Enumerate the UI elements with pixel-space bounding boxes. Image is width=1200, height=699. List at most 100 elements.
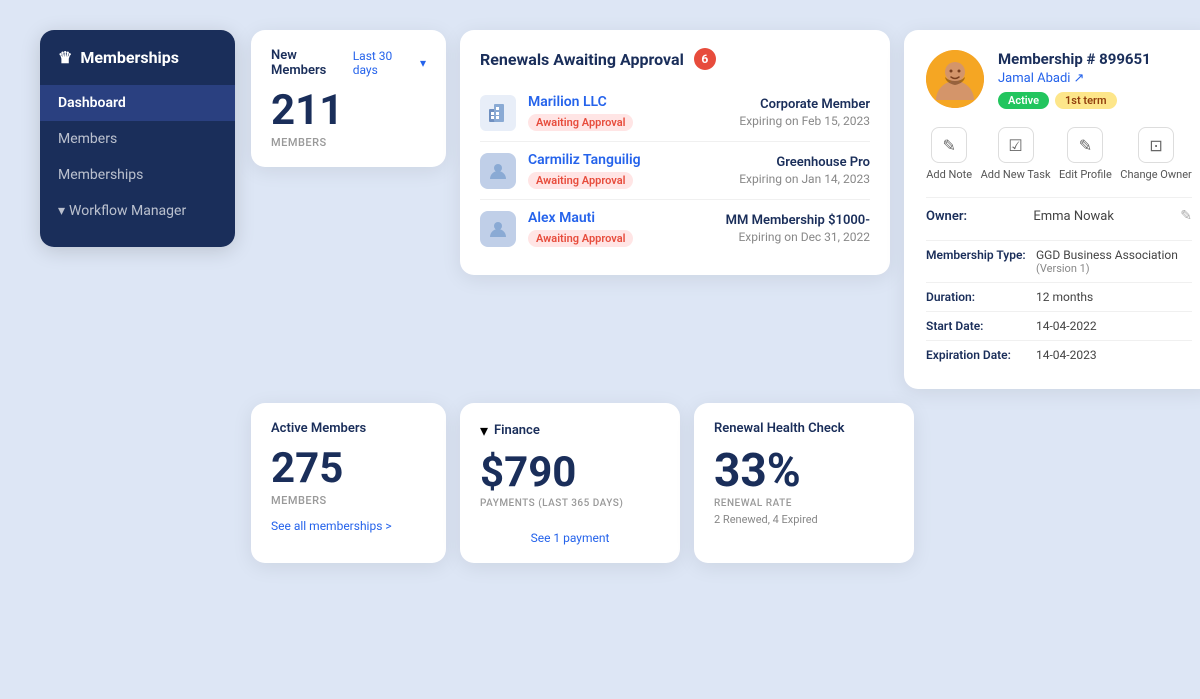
membership-type-link[interactable]: GGD Business Association: [1036, 248, 1178, 262]
chevron-down-icon: ▾: [420, 56, 426, 70]
finance-card: ▾ Finance $790 PAYMENTS (LAST 365 DAYS) …: [460, 403, 680, 563]
finance-amount: $790: [480, 452, 660, 494]
member-header: Membership # 899651 Jamal Abadi ↗ Active…: [926, 50, 1192, 109]
status-badges: Active 1st term: [998, 92, 1192, 109]
member-info: Membership # 899651 Jamal Abadi ↗ Active…: [998, 50, 1192, 109]
renewals-count-badge: 6: [694, 48, 716, 70]
renewals-header: Renewals Awaiting Approval 6: [480, 48, 870, 70]
finance-title: Finance: [494, 423, 540, 438]
awaiting-badge: Awaiting Approval: [528, 230, 633, 247]
renewals-card: Renewals Awaiting Approval 6: [460, 30, 890, 275]
sidebar-item-workflow[interactable]: ▾ Workflow Manager: [40, 193, 235, 229]
finance-chevron-icon: ▾: [480, 421, 488, 440]
status-term-badge: 1st term: [1055, 92, 1117, 109]
dropdown-arrow-icon: ▾: [58, 203, 65, 219]
top-row: New Members Last 30 days ▾ 211 MEMBERS R…: [251, 30, 1200, 389]
add-task-icon: ☑: [998, 127, 1034, 163]
sidebar-item-dashboard[interactable]: Dashboard: [40, 85, 235, 121]
expiration-label: Expiration Date:: [926, 348, 1036, 362]
see-payments-link[interactable]: See 1 payment: [480, 531, 660, 545]
membership-type-sub: (Version 1): [1036, 262, 1178, 275]
renewal-expiry: Expiring on Dec 31, 2022: [726, 230, 870, 244]
sidebar: ♛ Memberships Dashboard Members Membersh…: [40, 30, 235, 247]
health-title: Renewal Health Check: [714, 421, 894, 436]
crown-icon: ♛: [58, 48, 72, 67]
sidebar-brand-label: Memberships: [80, 48, 179, 67]
add-note-icon: ✎: [931, 127, 967, 163]
duration-label: Duration:: [926, 290, 1036, 304]
renewal-name[interactable]: Marilion LLC: [528, 94, 727, 110]
renewal-expiry: Expiring on Feb 15, 2023: [739, 114, 870, 128]
add-note-button[interactable]: ✎ Add Note: [926, 127, 972, 181]
sidebar-brand: ♛ Memberships: [40, 48, 235, 85]
add-task-button[interactable]: ☑ Add New Task: [981, 127, 1051, 181]
start-date-label: Start Date:: [926, 319, 1036, 333]
awaiting-badge: Awaiting Approval: [528, 172, 633, 189]
new-members-title: New Members: [271, 48, 353, 78]
change-owner-button[interactable]: ⊡ Change Owner: [1120, 127, 1191, 181]
active-members-title: Active Members: [271, 421, 366, 436]
member-actions: ✎ Add Note ☑ Add New Task ✎ Edit Profile…: [926, 127, 1192, 181]
renewal-expiry: Expiring on Jan 14, 2023: [739, 172, 870, 186]
awaiting-badge: Awaiting Approval: [528, 114, 633, 131]
new-members-label: MEMBERS: [271, 136, 426, 149]
sidebar-item-memberships[interactable]: Memberships: [40, 157, 235, 193]
renewal-info: Marilion LLC Awaiting Approval: [528, 94, 727, 131]
sidebar-item-members[interactable]: Members: [40, 121, 235, 157]
new-members-card: New Members Last 30 days ▾ 211 MEMBERS: [251, 30, 446, 167]
edit-owner-icon[interactable]: ✎: [1180, 208, 1192, 224]
start-date-row: Start Date: 14-04-2022: [926, 311, 1192, 340]
new-members-period[interactable]: Last 30 days ▾: [353, 49, 426, 77]
table-row[interactable]: Alex Mauti Awaiting Approval MM Membersh…: [480, 200, 870, 257]
membership-number: Membership # 899651: [998, 50, 1192, 68]
change-owner-icon: ⊡: [1138, 127, 1174, 163]
renewal-type: MM Membership $1000- Expiring on Dec 31,…: [726, 213, 870, 244]
health-sublabel: RENEWAL RATE: [714, 498, 894, 509]
owner-value: Emma Nowak: [1033, 209, 1114, 224]
active-members-count: 275: [271, 448, 426, 490]
person-avatar-icon: [480, 153, 516, 189]
renewal-name[interactable]: Alex Mauti: [528, 210, 714, 226]
expiration-value: 14-04-2023: [1036, 348, 1097, 362]
renewal-type: Greenhouse Pro Expiring on Jan 14, 2023: [739, 155, 870, 186]
expiration-row: Expiration Date: 14-04-2023: [926, 340, 1192, 369]
avatar: [926, 50, 984, 108]
bottom-row: Active Members 275 MEMBERS See all membe…: [251, 403, 1200, 563]
member-detail-card: Membership # 899651 Jamal Abadi ↗ Active…: [904, 30, 1200, 389]
new-members-header: New Members Last 30 days ▾: [271, 48, 426, 78]
health-detail: 2 Renewed, 4 Expired: [714, 513, 894, 526]
active-members-header: Active Members: [271, 421, 426, 436]
member-name-link[interactable]: Jamal Abadi ↗: [998, 71, 1192, 86]
active-members-label: MEMBERS: [271, 494, 426, 507]
renewals-title: Renewals Awaiting Approval: [480, 50, 684, 69]
owner-row: Owner: Emma Nowak ✎: [926, 197, 1192, 234]
finance-header: ▾ Finance: [480, 421, 660, 440]
edit-profile-icon: ✎: [1067, 127, 1103, 163]
person-avatar-icon: [480, 211, 516, 247]
status-active-badge: Active: [998, 92, 1049, 109]
renewal-name[interactable]: Carmiliz Tanguilig: [528, 152, 727, 168]
membership-type-label: Membership Type:: [926, 248, 1036, 262]
new-members-count: 211: [271, 90, 426, 132]
duration-value: 12 months: [1036, 290, 1093, 304]
renewal-type-name: Corporate Member: [739, 97, 870, 112]
renewal-type-name: Greenhouse Pro: [739, 155, 870, 170]
finance-sublabel: PAYMENTS (LAST 365 DAYS): [480, 498, 660, 509]
health-card: Renewal Health Check 33% RENEWAL RATE 2 …: [694, 403, 914, 563]
duration-row: Duration: 12 months: [926, 282, 1192, 311]
table-row[interactable]: Carmiliz Tanguilig Awaiting Approval Gre…: [480, 142, 870, 200]
see-all-memberships-link[interactable]: See all memberships >: [271, 519, 426, 533]
table-row[interactable]: Marilion LLC Awaiting Approval Corporate…: [480, 84, 870, 142]
renewal-info: Carmiliz Tanguilig Awaiting Approval: [528, 152, 727, 189]
membership-type-row: Membership Type: GGD Business Associatio…: [926, 240, 1192, 282]
edit-profile-button[interactable]: ✎ Edit Profile: [1059, 127, 1112, 181]
company-avatar-icon: [480, 95, 516, 131]
health-percent: 33%: [714, 448, 894, 494]
start-date-value: 14-04-2022: [1036, 319, 1097, 333]
external-link-icon: ↗: [1073, 71, 1084, 86]
sidebar-item-workflow-label: Workflow Manager: [69, 203, 186, 219]
membership-type-value: GGD Business Association (Version 1): [1036, 248, 1178, 275]
owner-label: Owner:: [926, 209, 967, 224]
renewal-type: Corporate Member Expiring on Feb 15, 202…: [739, 97, 870, 128]
main-container: ♛ Memberships Dashboard Members Membersh…: [0, 0, 1200, 699]
